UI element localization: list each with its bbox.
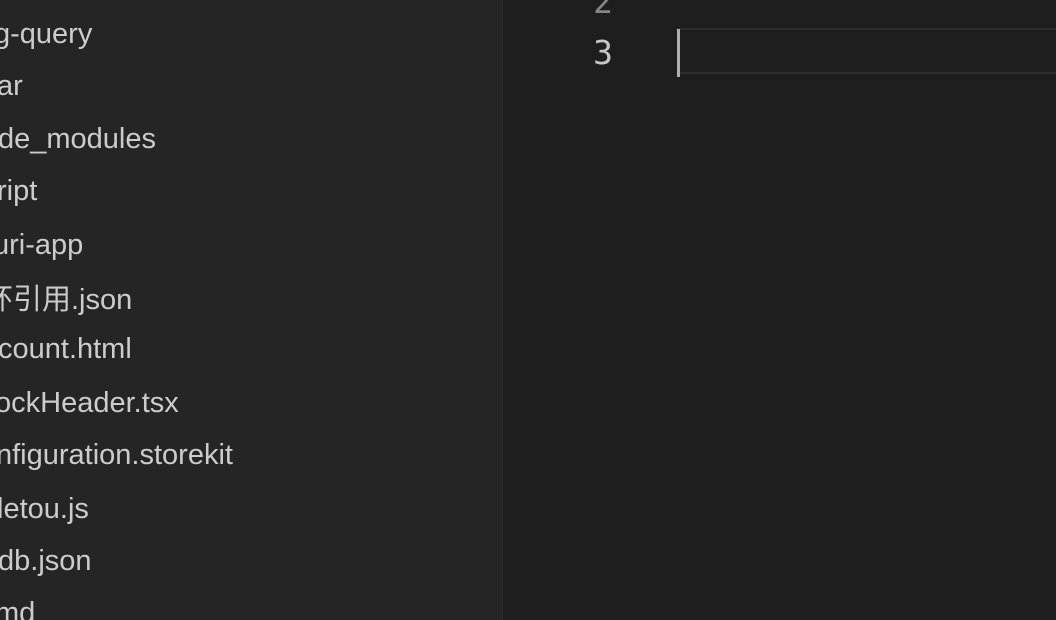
file-item-configuration-storekit[interactable]: nfiguration.storekit bbox=[0, 429, 502, 481]
code-editor[interactable]: 2 3 bbox=[503, 0, 1056, 620]
file-item-label: 环引用.json bbox=[0, 284, 133, 316]
file-item-ar[interactable]: ar bbox=[0, 60, 502, 112]
file-item-tauri-app[interactable]: uri-app bbox=[0, 219, 502, 271]
file-item-db-json[interactable]: db.json bbox=[0, 535, 502, 587]
file-item-label: g-query bbox=[0, 17, 93, 50]
active-line-number: 3 bbox=[593, 33, 613, 72]
file-explorer-sidebar: g-query ar de_modules ript uri-app 环引用.j… bbox=[0, 0, 502, 620]
file-item-label: count.html bbox=[0, 332, 132, 365]
file-item-label: md bbox=[0, 596, 36, 620]
file-item-label: de_modules bbox=[0, 122, 156, 155]
line-number: 2 bbox=[593, 0, 613, 21]
text-cursor bbox=[677, 29, 680, 77]
file-item-letou-js[interactable]: letou.js bbox=[0, 483, 502, 535]
file-item-label: letou.js bbox=[0, 492, 89, 525]
app-window: g-query ar de_modules ript uri-app 环引用.j… bbox=[0, 0, 1056, 620]
file-item-label: ar bbox=[0, 69, 23, 102]
file-item-label: db.json bbox=[0, 544, 92, 577]
file-item-node-modules[interactable]: de_modules bbox=[0, 113, 502, 165]
file-item-md[interactable]: md bbox=[0, 587, 502, 620]
file-item-circular-ref-json[interactable]: 环引用.json bbox=[0, 271, 502, 323]
current-line-highlight bbox=[676, 28, 1056, 74]
file-item-count-html[interactable]: count.html bbox=[0, 323, 502, 375]
file-item-g-query[interactable]: g-query bbox=[0, 8, 502, 60]
file-item-script[interactable]: ript bbox=[0, 165, 502, 217]
file-item-label: ript bbox=[0, 174, 38, 207]
file-item-label: uri-app bbox=[0, 228, 84, 261]
file-item-label: nfiguration.storekit bbox=[0, 438, 233, 471]
file-item-block-header-tsx[interactable]: ockHeader.tsx bbox=[0, 377, 502, 429]
file-item-label: ockHeader.tsx bbox=[0, 386, 179, 419]
